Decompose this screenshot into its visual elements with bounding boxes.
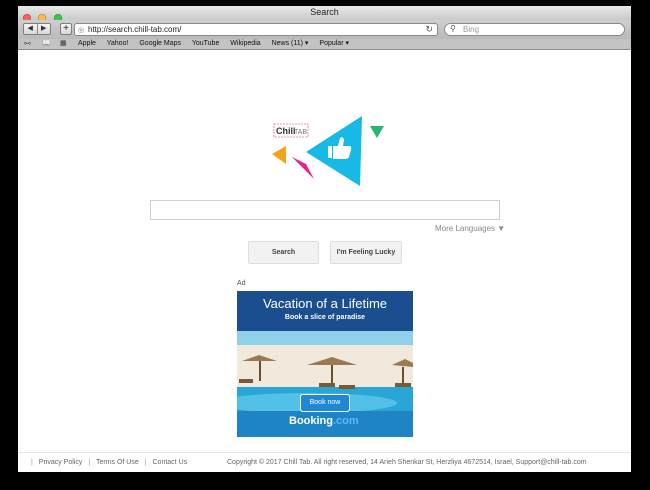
title-bar: Search: [18, 6, 631, 22]
grid-icon[interactable]: ▦: [60, 39, 67, 49]
bookmark-google-maps[interactable]: Google Maps: [139, 40, 181, 47]
contact-us-link[interactable]: Contact Us: [153, 459, 188, 466]
new-tab-button[interactable]: +: [60, 23, 72, 35]
booking-logo: Booking.com: [289, 415, 359, 427]
bookmark-yahoo[interactable]: Yahoo!: [107, 40, 129, 47]
ad-subheadline: Book a slice of paradise: [284, 314, 366, 321]
bookmark-apple[interactable]: Apple: [78, 40, 96, 47]
logo-pink-triangle: [292, 157, 314, 179]
copyright-text: Copyright © 2017 Chill Tab. All right re…: [227, 459, 587, 466]
web-search-field[interactable]: ⚲ Bing: [444, 23, 625, 36]
booking-brand-name: Booking: [289, 415, 333, 427]
privacy-policy-link[interactable]: Privacy Policy: [39, 459, 83, 466]
search-input[interactable]: [150, 200, 500, 220]
nav-buttons: ◀ ▶: [23, 23, 51, 35]
footer-divider: |: [31, 459, 33, 466]
book-now-button[interactable]: Book now: [301, 395, 349, 411]
search-icon: ⚲: [450, 24, 456, 33]
more-languages-link[interactable]: More Languages ▼: [435, 224, 505, 233]
logo-green-triangle: [370, 126, 384, 138]
page-footer: | Privacy Policy | Terms Of Use | Contac…: [18, 452, 631, 472]
bookmark-items: Apple Yahoo! Google Maps YouTube Wikiped…: [78, 39, 358, 49]
ad-headline: Vacation of a Lifetime: [262, 296, 388, 311]
address-bar[interactable]: ◎ http://search.chill-tab.com/ ↻: [74, 23, 438, 36]
footer-divider: |: [88, 459, 91, 466]
logo-text-tab: TAB: [294, 129, 307, 136]
web-search-placeholder: Bing: [463, 25, 480, 34]
booking-brand-suffix: .com: [333, 415, 359, 427]
bookmark-youtube[interactable]: YouTube: [192, 40, 220, 47]
bookmark-wikipedia[interactable]: Wikipedia: [230, 40, 260, 47]
browser-window: Search ◀ ▶ + ◎ http://search.chill-tab.c…: [18, 6, 631, 472]
booking-ad-banner[interactable]: Vacation of a Lifetime Book a slice of p…: [237, 291, 413, 437]
forward-button[interactable]: ▶: [38, 24, 51, 34]
browser-toolbar: ◀ ▶ + ◎ http://search.chill-tab.com/ ↻ ⚲…: [18, 20, 631, 39]
globe-icon: ◎: [78, 27, 85, 34]
footer-divider: |: [144, 459, 147, 466]
book-icon[interactable]: 📖: [42, 39, 51, 49]
bookmark-popular[interactable]: Popular ▾: [319, 40, 349, 47]
bookmark-news[interactable]: News (11) ▾: [272, 40, 309, 47]
search-button[interactable]: Search: [248, 241, 319, 264]
address-url[interactable]: http://search.chill-tab.com/: [88, 25, 181, 34]
footer-links: | Privacy Policy | Terms Of Use | Contac…: [27, 459, 187, 466]
chill-tab-logo: Chill TAB: [272, 116, 384, 186]
reload-icon[interactable]: ↻: [425, 24, 433, 35]
logo-orange-triangle: [272, 146, 286, 164]
back-button[interactable]: ◀: [24, 24, 38, 34]
bookmarks-bar: ⧟ 📖 ▦ Apple Yahoo! Google Maps YouTube W…: [18, 39, 631, 50]
ad-label: Ad: [237, 280, 246, 287]
window-title: Search: [310, 7, 339, 17]
feeling-lucky-button[interactable]: I'm Feeling Lucky: [330, 241, 402, 264]
link-icon[interactable]: ⧟: [24, 39, 31, 49]
logo-text-chill: Chill: [276, 126, 296, 136]
terms-of-use-link[interactable]: Terms Of Use: [96, 459, 139, 466]
page-content: Chill TAB More Languages ▼ Search I'm Fe…: [18, 50, 631, 472]
